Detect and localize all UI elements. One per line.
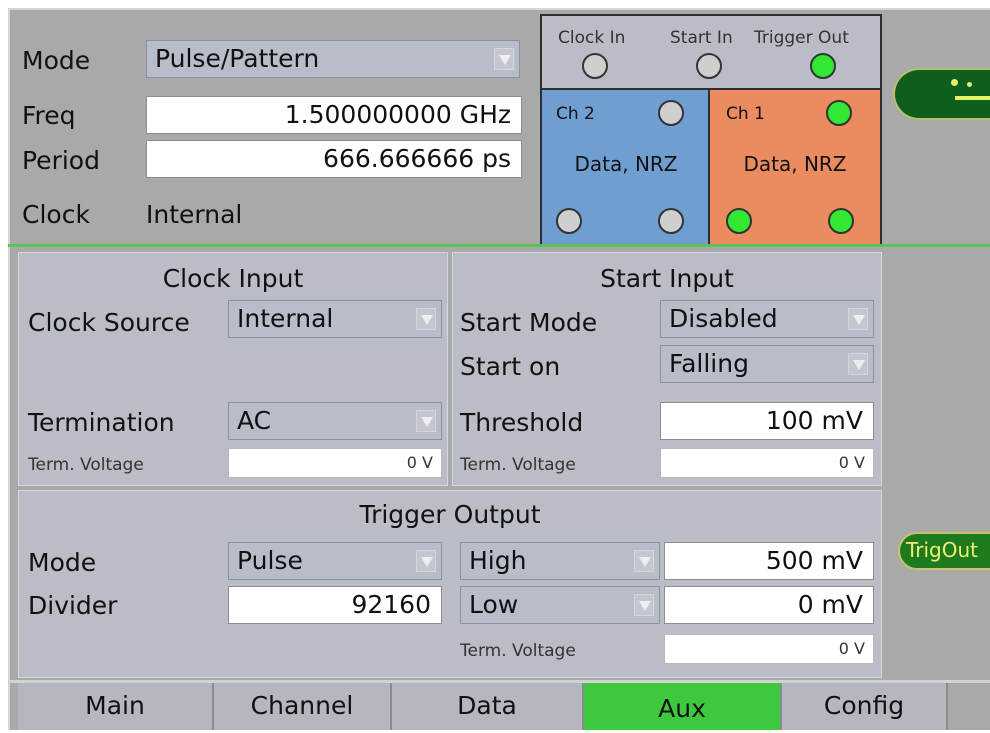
clock-source-value: Internal xyxy=(237,304,334,333)
period-field[interactable]: 666.666666 ps xyxy=(146,140,522,178)
trigger-mode-value: Pulse xyxy=(237,546,303,575)
ch1-output-pos-icon[interactable] xyxy=(828,208,854,234)
high-level-label: High xyxy=(469,546,527,575)
start-input-title: Start Input xyxy=(600,264,734,293)
clock-term-voltage-label: Term. Voltage xyxy=(28,455,144,475)
section-divider xyxy=(8,244,990,247)
freq-label: Freq xyxy=(22,101,76,130)
chevron-down-icon[interactable] xyxy=(848,353,868,375)
ch1-status-icon xyxy=(826,100,852,126)
start-in-label: Start In xyxy=(670,28,733,48)
start-term-voltage-field[interactable]: 0 V xyxy=(660,448,874,478)
trigger-output-title: Trigger Output xyxy=(359,500,541,529)
start-mode-label: Start Mode xyxy=(460,308,598,337)
trigger-out-label: Trigger Out xyxy=(754,28,849,48)
termination-label: Termination xyxy=(28,408,175,437)
high-level-dropdown[interactable]: High xyxy=(460,542,660,580)
clock-input-title: Clock Input xyxy=(162,264,304,293)
tab-main[interactable]: Main xyxy=(18,683,214,730)
high-level-field[interactable]: 500 mV xyxy=(664,542,874,580)
start-in-connector-icon[interactable] xyxy=(696,53,722,79)
termination-value: AC xyxy=(237,406,272,435)
threshold-label: Threshold xyxy=(460,408,584,437)
start-mode-dropdown[interactable]: Disabled xyxy=(660,300,874,338)
tab-data[interactable]: Data xyxy=(392,683,584,730)
divider-label: Divider xyxy=(28,591,118,620)
aux-connectors-panel: Clock In Start In Trigger Out xyxy=(540,14,882,90)
divider-field[interactable]: 92160 xyxy=(228,586,442,624)
chevron-down-icon[interactable] xyxy=(634,594,654,616)
ch2-status-icon xyxy=(658,100,684,126)
trigger-mode-label: Mode xyxy=(28,548,97,577)
ch2-label: Ch 2 xyxy=(556,104,595,124)
chevron-down-icon[interactable] xyxy=(634,550,654,572)
tab-aux[interactable]: Aux xyxy=(584,683,782,730)
clock-in-label: Clock In xyxy=(558,28,626,48)
start-mode-value: Disabled xyxy=(669,304,778,333)
low-level-label: Low xyxy=(469,590,519,619)
ch2-output-neg-icon[interactable] xyxy=(556,208,582,234)
trigger-mode-dropdown[interactable]: Pulse xyxy=(228,542,442,580)
mode-dropdown-value: Pulse/Pattern xyxy=(155,44,320,73)
start-on-label: Start on xyxy=(460,352,561,381)
channel-2-panel[interactable]: Ch 2 Data, NRZ xyxy=(540,90,710,246)
clock-term-voltage-field[interactable]: 0 V xyxy=(228,448,442,478)
trigger-out-connector-icon[interactable] xyxy=(810,53,836,79)
ch2-output-pos-icon[interactable] xyxy=(658,208,684,234)
period-label: Period xyxy=(22,146,100,175)
chevron-down-icon[interactable] xyxy=(416,410,436,432)
clock-label: Clock xyxy=(22,200,90,229)
ch1-label: Ch 1 xyxy=(726,104,765,124)
termination-dropdown[interactable]: AC xyxy=(228,402,442,440)
chevron-down-icon[interactable] xyxy=(494,48,514,70)
start-on-dropdown[interactable]: Falling xyxy=(660,345,874,383)
trigout-badge: TrigOut xyxy=(898,532,990,570)
low-level-field[interactable]: 0 mV xyxy=(664,586,874,624)
tab-channel[interactable]: Channel xyxy=(214,683,392,730)
clock-source-dropdown[interactable]: Internal xyxy=(228,300,442,338)
channel-1-panel[interactable]: Ch 1 Data, NRZ xyxy=(710,90,882,246)
start-on-value: Falling xyxy=(669,349,749,378)
trigger-term-voltage-label: Term. Voltage xyxy=(460,641,576,661)
start-term-voltage-label: Term. Voltage xyxy=(460,455,576,475)
ch2-mode: Data, NRZ xyxy=(574,152,678,176)
chevron-down-icon[interactable] xyxy=(848,308,868,330)
trigger-term-voltage-field[interactable]: 0 V xyxy=(664,634,874,664)
clock-module-icon xyxy=(893,68,990,120)
low-level-dropdown[interactable]: Low xyxy=(460,586,660,624)
threshold-field[interactable]: 100 mV xyxy=(660,402,874,440)
mode-dropdown[interactable]: Pulse/Pattern xyxy=(146,40,520,78)
mode-label: Mode xyxy=(22,46,91,75)
ch1-mode: Data, NRZ xyxy=(743,152,847,176)
chevron-down-icon[interactable] xyxy=(416,308,436,330)
clock-value: Internal xyxy=(146,200,243,229)
clock-source-label: Clock Source xyxy=(28,308,190,337)
clock-in-connector-icon[interactable] xyxy=(582,53,608,79)
ch1-output-neg-icon[interactable] xyxy=(726,208,752,234)
tab-bar-filler xyxy=(948,683,990,730)
chevron-down-icon[interactable] xyxy=(416,550,436,572)
freq-field[interactable]: 1.500000000 GHz xyxy=(146,96,522,134)
tab-config[interactable]: Config xyxy=(782,683,948,730)
